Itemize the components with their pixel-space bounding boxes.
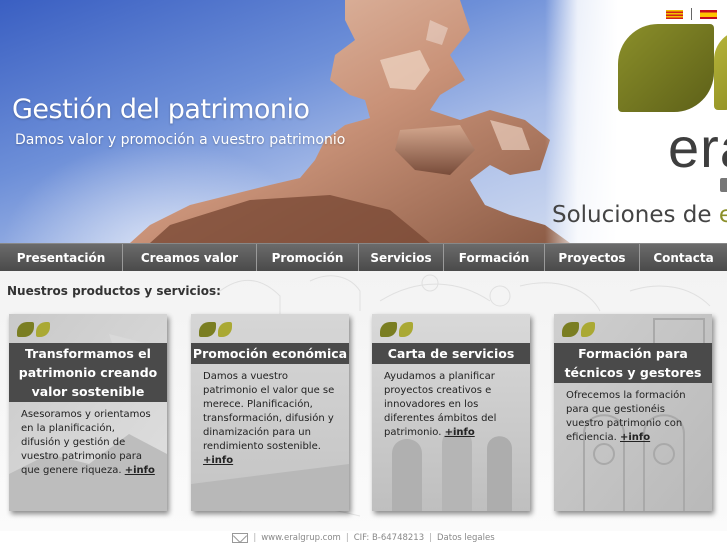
- card-title: Transformamos el patrimonio creando valo…: [9, 343, 167, 402]
- nav-item-presentacion[interactable]: Presentación: [0, 244, 123, 272]
- footer-separator: |: [429, 533, 432, 543]
- card-body-text: Damos a vuestro patrimonio el valor que …: [203, 371, 335, 452]
- logo-leaf-dark: [618, 24, 714, 112]
- nav-item-promocion[interactable]: Promoción: [257, 244, 359, 272]
- card-more-link[interactable]: +info: [125, 465, 155, 476]
- hero-title: Gestión del patrimonio: [12, 94, 310, 125]
- footer-website-link[interactable]: www.eralgrup.com: [261, 533, 341, 543]
- card-body: Asesoramos y orientamos en la planificac…: [21, 408, 157, 478]
- flag-separator: [691, 8, 692, 20]
- card-more-link[interactable]: +info: [203, 455, 233, 466]
- nav-item-formacion[interactable]: Formación: [444, 244, 545, 272]
- footer-separator: |: [253, 533, 257, 543]
- tagline-accent: e: [718, 202, 727, 228]
- footer-separator: |: [345, 533, 349, 543]
- service-card-promocion[interactable]: Promoción económica Damos a vuestro patr…: [191, 314, 349, 511]
- card-leaf-icon: [199, 322, 232, 337]
- card-body: Ofrecemos la formación para que gestioné…: [566, 389, 704, 445]
- card-body-text: Ayudamos a planificar proyectos creativo…: [384, 371, 497, 438]
- section-heading: Nuestros productos y servicios:: [7, 284, 221, 298]
- header-banner: era Soluciones de e Gestión del patrimon…: [0, 0, 727, 243]
- brand-wordmark-tail: [720, 178, 727, 192]
- card-leaf-icon: [380, 322, 413, 337]
- language-switcher: [666, 8, 717, 20]
- card-leaf-icon: [17, 322, 50, 337]
- nav-item-creamos-valor[interactable]: Creamos valor: [123, 244, 257, 272]
- catalan-flag-icon[interactable]: [666, 9, 683, 19]
- card-more-link[interactable]: +info: [620, 432, 650, 443]
- card-title: Formación para técnicos y gestores: [554, 343, 712, 383]
- service-card-carta-servicios[interactable]: Carta de servicios Ayudamos a planificar…: [372, 314, 530, 511]
- nav-item-contacta[interactable]: Contacta: [640, 244, 727, 272]
- main-content: Nuestros productos y servicios: Transfor…: [0, 271, 727, 531]
- card-title: Carta de servicios: [372, 343, 530, 364]
- hero-subtitle: Damos valor y promoción a vuestro patrim…: [15, 132, 346, 148]
- nav-item-servicios[interactable]: Servicios: [359, 244, 444, 272]
- service-card-formacion[interactable]: Formación para técnicos y gestores Ofrec…: [554, 314, 712, 511]
- service-card-transformamos[interactable]: Transformamos el patrimonio creando valo…: [9, 314, 167, 511]
- card-title: Promoción económica: [191, 343, 349, 364]
- page: era Soluciones de e Gestión del patrimon…: [0, 0, 727, 545]
- tagline-prefix: Soluciones de: [552, 202, 719, 228]
- card-body: Ayudamos a planificar proyectos creativo…: [384, 370, 504, 440]
- footer-cif: CIF: B-64748213: [353, 533, 425, 543]
- mail-icon[interactable]: [232, 533, 249, 543]
- card-body: Damos a vuestro patrimonio el valor que …: [203, 370, 341, 468]
- brand-wordmark: era: [668, 116, 727, 179]
- card-more-link[interactable]: +info: [445, 427, 475, 438]
- main-nav: Presentación Creamos valor Promoción Ser…: [0, 243, 727, 272]
- card-leaf-icon: [562, 322, 595, 337]
- nav-item-proyectos[interactable]: Proyectos: [545, 244, 640, 272]
- footer-legal-link[interactable]: Datos legales: [437, 533, 495, 543]
- spanish-flag-icon[interactable]: [700, 9, 717, 19]
- brand-tagline: Soluciones de e: [552, 202, 727, 228]
- footer: | www.eralgrup.com | CIF: B-64748213 | D…: [0, 531, 727, 545]
